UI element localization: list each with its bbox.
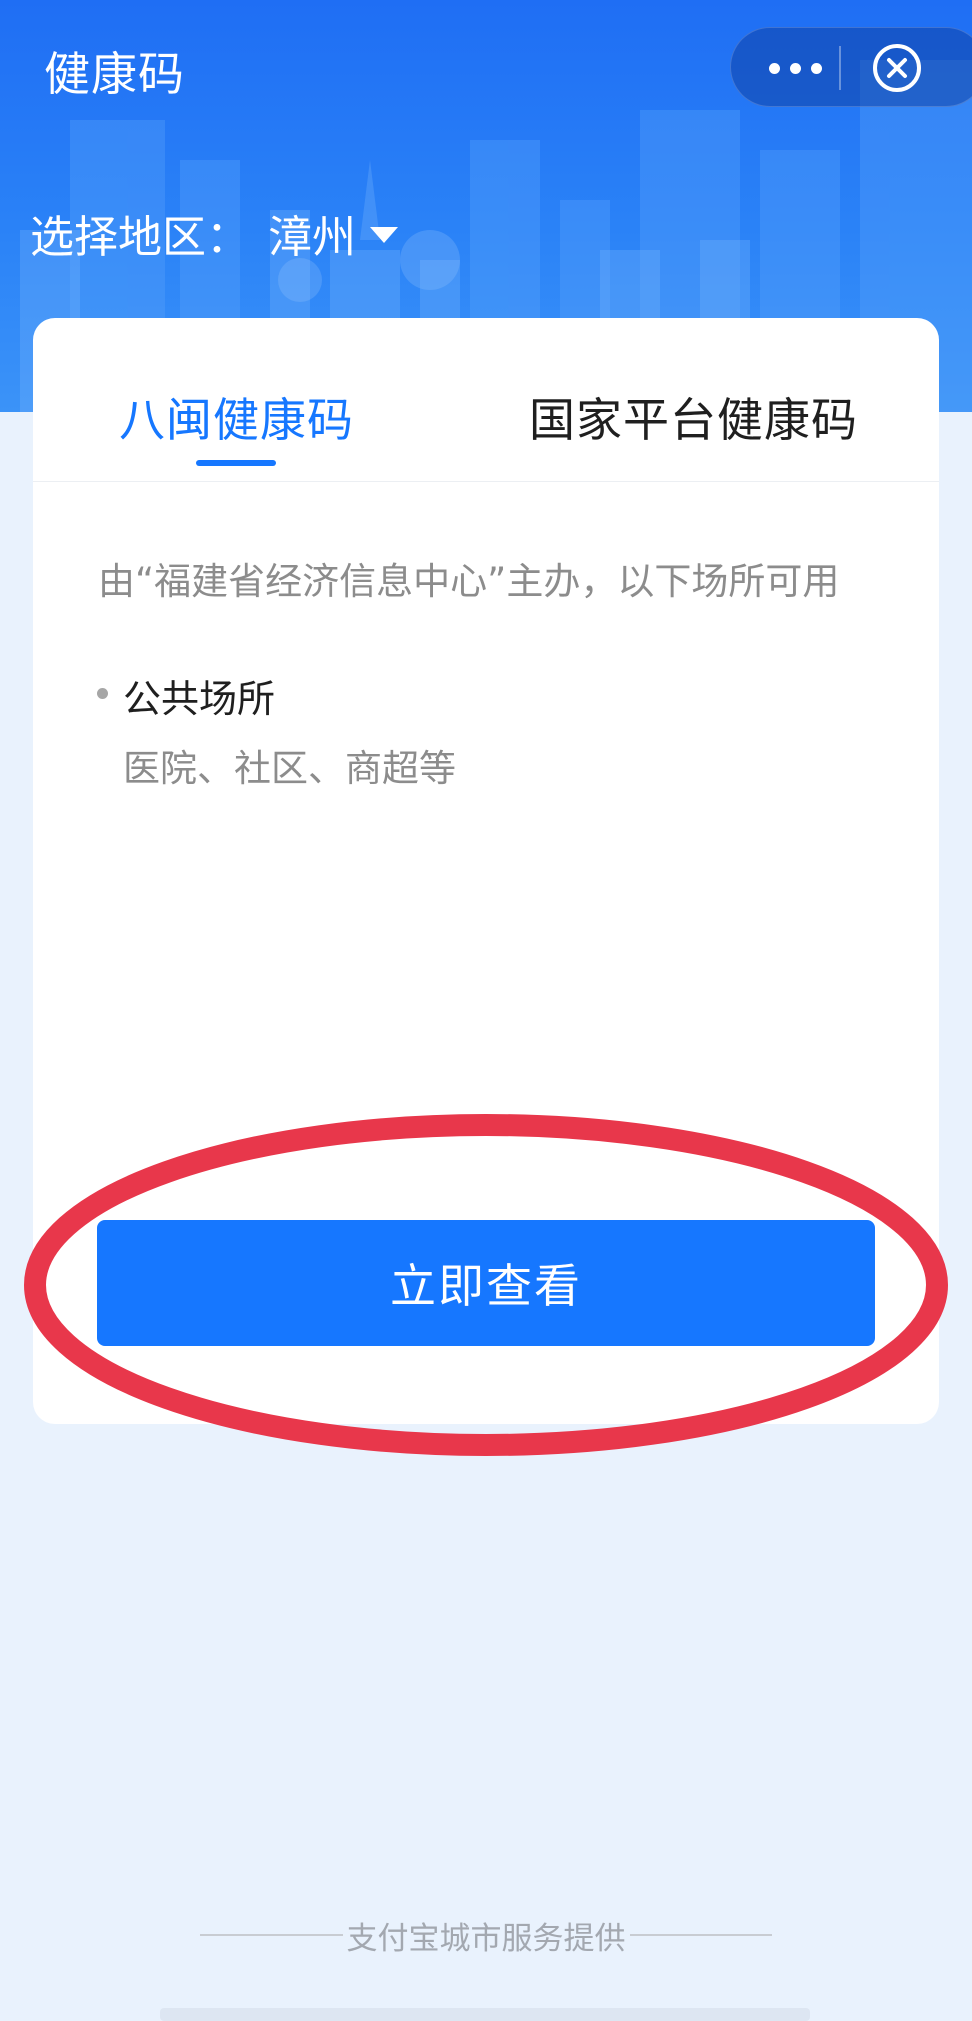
bottom-strip [160,2008,810,2021]
region-selector[interactable]: 选择地区： 漳州 [30,203,398,263]
more-dots-icon-dot [789,62,801,74]
active-tab-indicator [196,460,276,466]
capsule-divider [839,46,841,90]
caret-down-icon [370,227,398,243]
more-dots-icon-dot [810,62,822,74]
mini-program-capsule [730,27,972,107]
region-value: 漳州 [268,212,356,263]
footer-line-left [200,1934,343,1936]
venue-subtitle: 医院、社区、商超等 [123,747,456,790]
tab-bamin-health-code[interactable]: 八闽健康码 [119,384,354,450]
footer-text: 支付宝城市服务提供 [346,1920,626,1957]
more-dots-icon [768,62,780,74]
region-label: 选择地区： [30,212,250,263]
venue-title: 公共场所 [123,677,276,721]
app-title: 健康码 [44,47,185,101]
health-code-card: 八闽健康码 国家平台健康码 由“福建省经济信息中心”主办，以下场所可用 公共场所… [33,318,939,1424]
tab-bar: 八闽健康码 国家平台健康码 [33,318,939,482]
close-circle-icon[interactable] [871,42,923,94]
footer-line-right [629,1934,772,1936]
card-description: 由“福建省经济信息中心”主办，以下场所可用 [98,560,840,603]
footer-provider: 支付宝城市服务提供 [200,1910,772,1960]
view-now-button[interactable]: 立即查看 [97,1220,875,1346]
bullet-icon [97,688,108,699]
tab-national-health-code[interactable]: 国家平台健康码 [529,384,858,450]
